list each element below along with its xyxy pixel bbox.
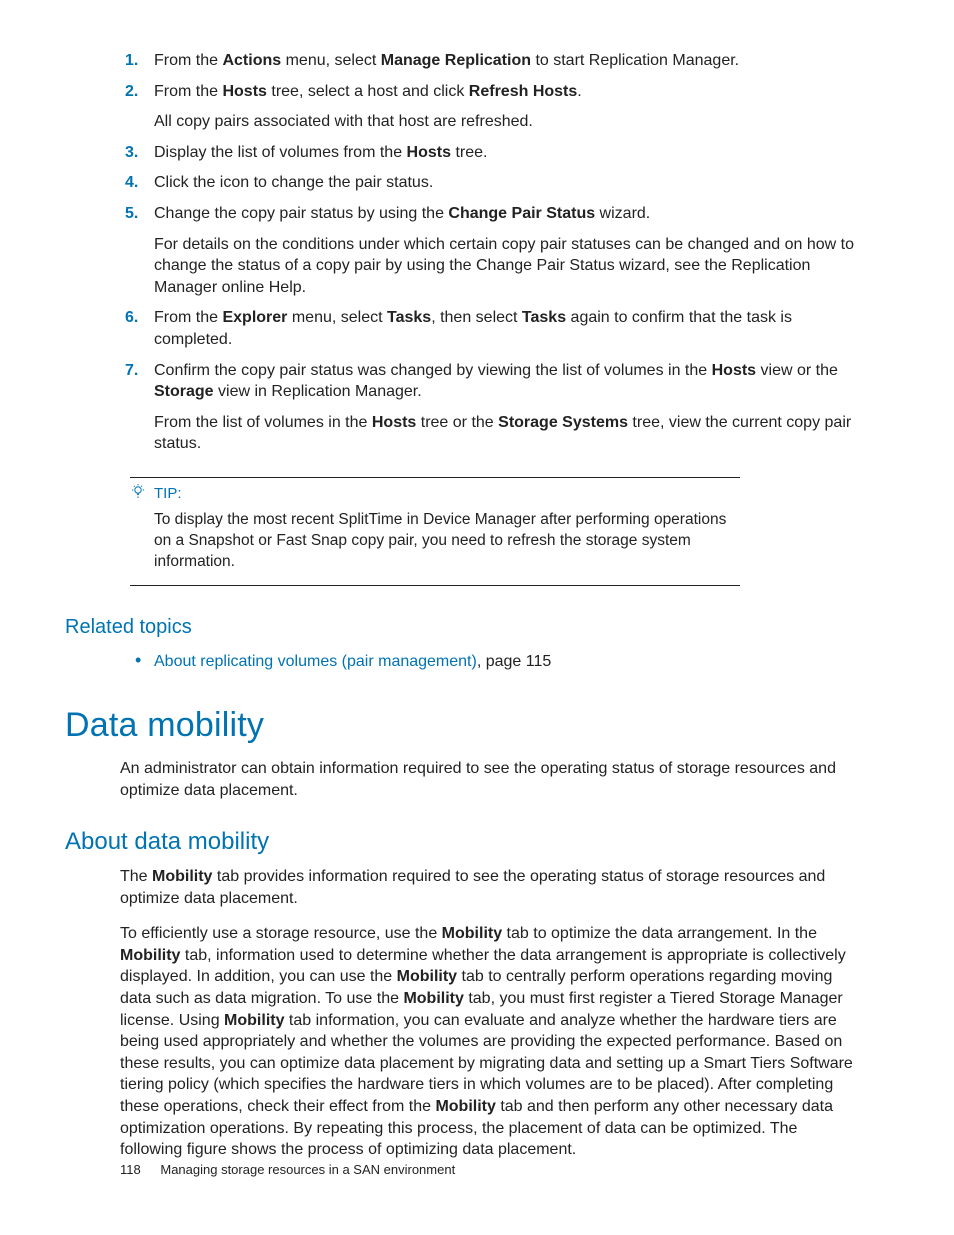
related-link-item: About replicating volumes (pair manageme…	[120, 651, 860, 673]
step-7: Confirm the copy pair status was changed…	[120, 360, 860, 455]
about-paragraph-1: The Mobility tab provides information re…	[120, 866, 860, 909]
tip-body: To display the most recent SplitTime in …	[130, 510, 740, 585]
page-footer: 118 Managing storage resources in a SAN …	[120, 1162, 455, 1177]
step-sub: For details on the conditions under whic…	[154, 234, 860, 299]
about-paragraph-2: To efficiently use a storage resource, u…	[120, 923, 860, 1161]
page-number: 118	[120, 1162, 141, 1177]
numbered-steps: From the Actions menu, select Manage Rep…	[120, 50, 860, 455]
step-text: Display the list of volumes from the Hos…	[154, 144, 487, 161]
main-content: From the Actions menu, select Manage Rep…	[120, 50, 860, 1161]
footer-title: Managing storage resources in a SAN envi…	[160, 1162, 455, 1177]
step-2: From the Hosts tree, select a host and c…	[120, 81, 860, 133]
step-sub: From the list of volumes in the Hosts tr…	[154, 412, 860, 455]
step-text: Click the icon to change the pair status…	[154, 174, 433, 191]
step-text: From the Actions menu, select Manage Rep…	[154, 52, 739, 69]
related-link-suffix: , page 115	[477, 653, 551, 670]
intro-paragraph: An administrator can obtain information …	[120, 758, 860, 801]
heading-about-data-mobility: About data mobility	[65, 826, 860, 858]
step-sub: All copy pairs associated with that host…	[154, 111, 860, 133]
tip-rule-bottom	[130, 585, 740, 586]
step-6: From the Explorer menu, select Tasks, th…	[120, 307, 860, 350]
tip-box: TIP: To display the most recent SplitTim…	[130, 477, 740, 586]
step-3: Display the list of volumes from the Hos…	[120, 142, 860, 164]
step-1: From the Actions menu, select Manage Rep…	[120, 50, 860, 72]
tip-heading: TIP:	[130, 478, 740, 510]
step-text: Confirm the copy pair status was changed…	[154, 362, 838, 401]
step-text: From the Explorer menu, select Tasks, th…	[154, 309, 792, 348]
page: From the Actions menu, select Manage Rep…	[0, 0, 954, 1235]
step-4: Click the icon to change the pair status…	[120, 172, 860, 194]
related-topics-heading: Related topics	[65, 614, 860, 641]
step-5: Change the copy pair status by using the…	[120, 203, 860, 298]
heading-data-mobility: Data mobility	[65, 703, 860, 749]
step-text: From the Hosts tree, select a host and c…	[154, 83, 582, 100]
step-text: Change the copy pair status by using the…	[154, 205, 650, 222]
tip-label: TIP:	[154, 485, 182, 502]
related-link[interactable]: About replicating volumes (pair manageme…	[154, 653, 477, 670]
